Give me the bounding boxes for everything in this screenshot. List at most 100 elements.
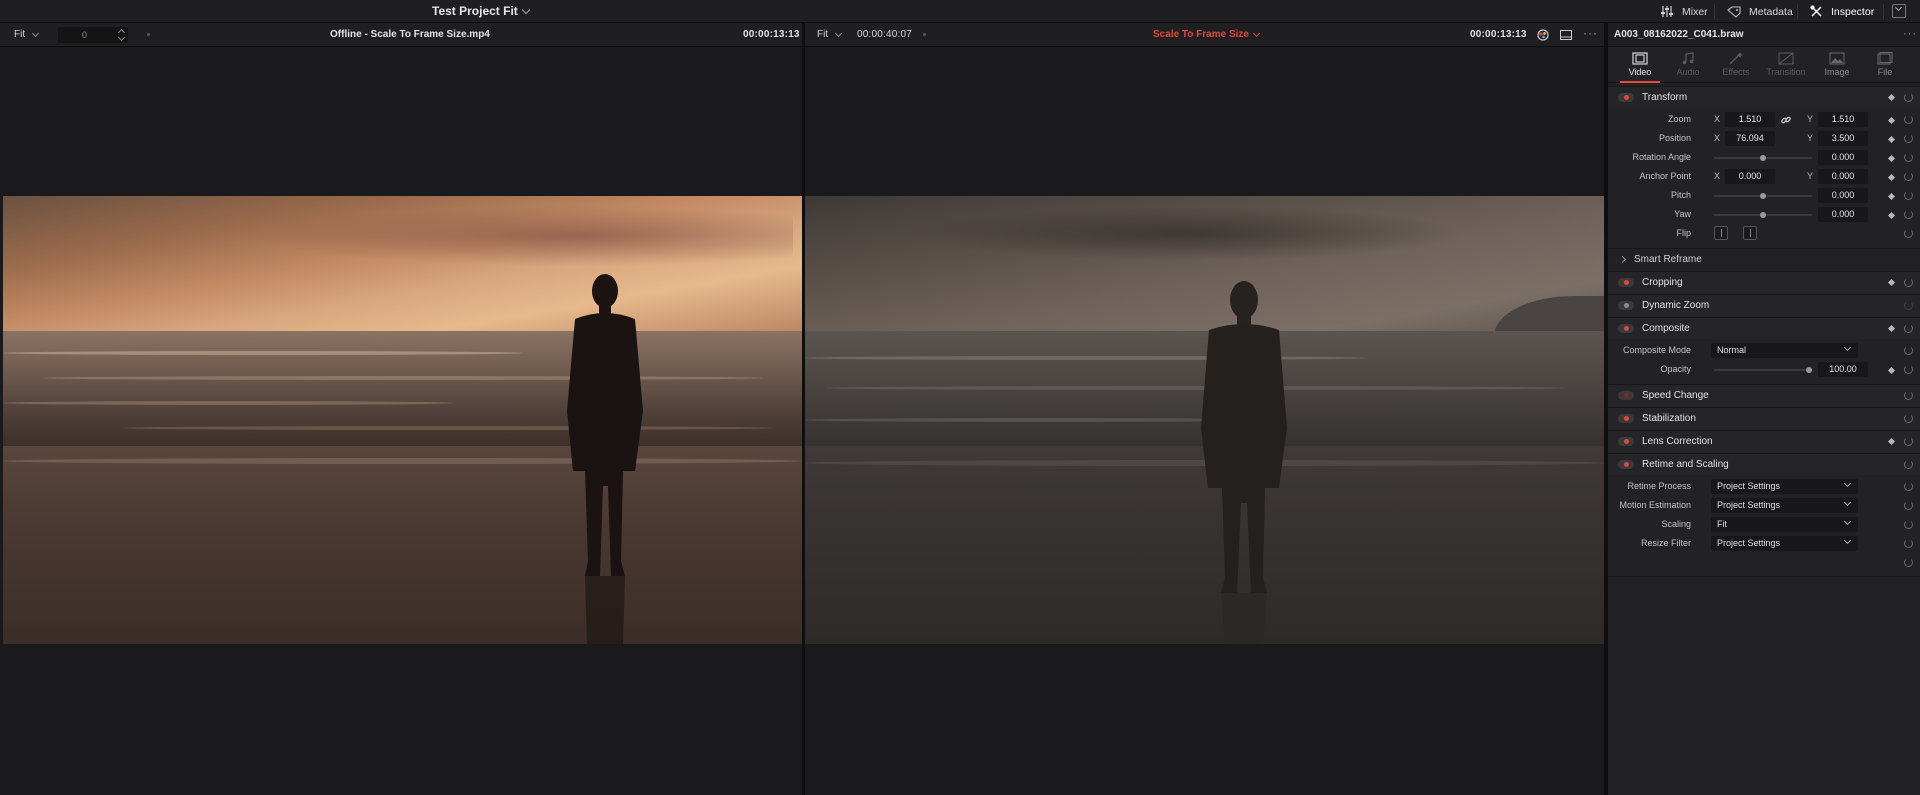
inspector-button[interactable]: Inspector	[1810, 0, 1874, 23]
reset-icon[interactable]	[1904, 115, 1913, 124]
reset-icon[interactable]	[1904, 460, 1913, 469]
reset-icon[interactable]	[1904, 229, 1913, 238]
slider-knob[interactable]	[1760, 212, 1766, 218]
reset-icon[interactable]	[1904, 558, 1913, 567]
reset-icon[interactable]	[1904, 278, 1913, 287]
composite-mode-dropdown[interactable]: Normal	[1711, 343, 1858, 358]
reset-icon[interactable]	[1904, 93, 1913, 102]
keyframe-diamond-icon[interactable]	[1887, 173, 1896, 182]
stabilization-toggle[interactable]	[1618, 414, 1634, 423]
keyframe-diamond-icon[interactable]	[1887, 135, 1896, 144]
project-title[interactable]: Test Project Fit	[432, 4, 531, 18]
retime-toggle[interactable]	[1618, 460, 1634, 469]
reset-icon[interactable]	[1904, 172, 1913, 181]
tab-file[interactable]: File	[1861, 47, 1909, 83]
dynamic-zoom-section-header[interactable]: Dynamic Zoom	[1608, 294, 1920, 316]
timeline-viewer[interactable]	[805, 47, 1604, 795]
reset-icon[interactable]	[1904, 301, 1913, 310]
composite-toggle[interactable]	[1618, 324, 1634, 333]
keyframe-diamond-icon[interactable]	[1887, 366, 1896, 375]
reset-icon[interactable]	[1904, 501, 1913, 510]
reset-icon[interactable]	[1904, 520, 1913, 529]
tab-audio[interactable]: Audio	[1664, 47, 1712, 83]
speed-change-toggle[interactable]	[1618, 391, 1634, 400]
motion-estimation-dropdown[interactable]: Project Settings	[1711, 498, 1858, 513]
fit-dropdown[interactable]: Fit	[14, 29, 40, 40]
slider-knob[interactable]	[1760, 155, 1766, 161]
reset-icon[interactable]	[1904, 414, 1913, 423]
link-icon[interactable]	[1781, 115, 1791, 125]
reset-icon[interactable]	[1904, 539, 1913, 548]
reset-icon[interactable]	[1904, 153, 1913, 162]
keyframe-diamond-icon[interactable]	[1887, 437, 1896, 446]
timeline-title-dropdown[interactable]: Scale To Frame Size	[1153, 29, 1261, 40]
timeline-timecode[interactable]: 00:00:13:13	[1470, 29, 1527, 40]
metadata-button[interactable]: Metadata	[1727, 0, 1793, 23]
position-x-field[interactable]: 76.094	[1725, 131, 1775, 146]
zoom-stepper[interactable]	[118, 28, 126, 42]
scaling-dropdown[interactable]: Fit	[1711, 517, 1858, 532]
lens-correction-section-header[interactable]: Lens Correction	[1608, 430, 1920, 452]
flip-vertical-button[interactable]	[1743, 226, 1757, 240]
pitch-field[interactable]: 0.000	[1818, 188, 1868, 203]
anchor-y-field[interactable]: 0.000	[1818, 169, 1868, 184]
reset-icon[interactable]	[1904, 482, 1913, 491]
reset-icon[interactable]	[1904, 437, 1913, 446]
zoom-y-field[interactable]: 1.510	[1818, 112, 1868, 127]
position-y-field[interactable]: 3.500	[1818, 131, 1868, 146]
reset-icon[interactable]	[1904, 134, 1913, 143]
more-options-icon[interactable]: ···	[1583, 26, 1598, 40]
keyframe-diamond-icon[interactable]	[1887, 211, 1896, 220]
keyframe-diamond-icon[interactable]	[1887, 154, 1896, 163]
yaw-slider[interactable]	[1714, 212, 1812, 218]
retime-section-header[interactable]: Retime and Scaling	[1608, 453, 1920, 475]
anchor-x-field[interactable]: 0.000	[1725, 169, 1775, 184]
keyframe-diamond-icon[interactable]	[1887, 324, 1896, 333]
color-wheel-icon[interactable]	[1537, 29, 1549, 41]
reset-icon[interactable]	[1904, 391, 1913, 400]
reset-icon[interactable]	[1904, 324, 1913, 333]
expand-panel-button[interactable]	[1892, 3, 1906, 18]
speed-change-section-header[interactable]: Speed Change	[1608, 384, 1920, 406]
slider-knob[interactable]	[1806, 367, 1812, 373]
viewer-mode-icon[interactable]	[1560, 30, 1572, 40]
keyframe-diamond-icon[interactable]	[1887, 93, 1896, 102]
source-timecode[interactable]: 00:00:13:13	[743, 29, 800, 40]
more-options-icon[interactable]: ···	[1903, 28, 1917, 40]
retime-process-dropdown[interactable]: Project Settings	[1711, 479, 1858, 494]
reset-icon[interactable]	[1904, 191, 1913, 200]
lens-correction-toggle[interactable]	[1618, 437, 1634, 446]
fit-dropdown[interactable]: Fit	[817, 29, 843, 40]
yaw-field[interactable]: 0.000	[1818, 207, 1868, 222]
composite-section-header[interactable]: Composite	[1608, 317, 1920, 339]
resize-filter-dropdown[interactable]: Project Settings	[1711, 536, 1858, 551]
slider-knob[interactable]	[1760, 193, 1766, 199]
opacity-field[interactable]: 100.00	[1818, 362, 1868, 377]
tab-effects[interactable]: Effects	[1712, 47, 1760, 83]
keyframe-diamond-icon[interactable]	[1887, 116, 1896, 125]
transform-section-header[interactable]: Transform	[1608, 86, 1920, 108]
mixer-button[interactable]: Mixer	[1660, 0, 1708, 23]
tab-image[interactable]: Image	[1813, 47, 1861, 83]
zoom-x-field[interactable]: 1.510	[1725, 112, 1775, 127]
opacity-slider[interactable]	[1714, 367, 1812, 373]
cropping-toggle[interactable]	[1618, 278, 1634, 287]
rotation-slider[interactable]	[1714, 155, 1812, 161]
smart-reframe-header[interactable]: Smart Reframe	[1608, 248, 1920, 270]
rotation-field[interactable]: 0.000	[1818, 150, 1868, 165]
cropping-section-header[interactable]: Cropping	[1608, 271, 1920, 293]
duration-timecode[interactable]: 00:00:40:07	[857, 29, 912, 40]
flip-horizontal-button[interactable]	[1714, 226, 1728, 240]
reset-icon[interactable]	[1904, 346, 1913, 355]
keyframe-diamond-icon[interactable]	[1887, 278, 1896, 287]
tab-transition[interactable]: Transition	[1762, 47, 1810, 83]
tab-video[interactable]: Video	[1616, 47, 1664, 83]
reset-icon[interactable]	[1904, 210, 1913, 219]
keyframe-diamond-icon[interactable]	[1887, 192, 1896, 201]
reset-icon[interactable]	[1904, 365, 1913, 374]
source-viewer[interactable]	[0, 47, 802, 795]
dynamic-zoom-toggle[interactable]	[1618, 301, 1634, 310]
pitch-slider[interactable]	[1714, 193, 1812, 199]
stabilization-section-header[interactable]: Stabilization	[1608, 407, 1920, 429]
transform-toggle[interactable]	[1618, 93, 1634, 102]
